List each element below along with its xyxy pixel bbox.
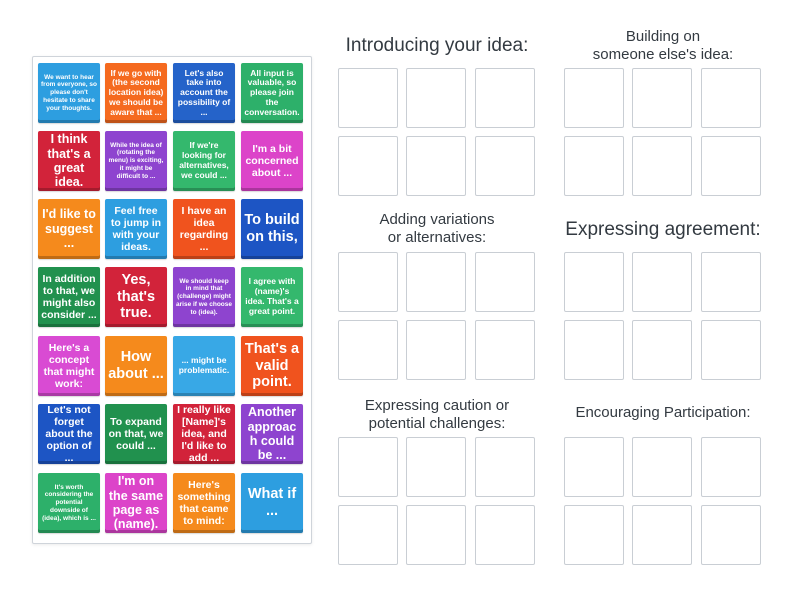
- phrase-card-text: What if ...: [247, 486, 297, 519]
- phrase-card-text: I think that's a great idea.: [47, 132, 91, 190]
- phrase-card[interactable]: I'd like to suggest ...: [38, 199, 100, 259]
- phrase-card[interactable]: I agree with (name)'s idea. That's a gre…: [241, 267, 303, 327]
- drop-slot[interactable]: [564, 437, 624, 497]
- drop-slot[interactable]: [701, 136, 761, 196]
- drop-slot[interactable]: [475, 320, 535, 380]
- phrase-card-text: To expand on that, we could ...: [108, 415, 164, 453]
- drop-slot[interactable]: [701, 505, 761, 565]
- drop-slot[interactable]: [338, 320, 398, 380]
- phrase-card[interactable]: Yes, that's true.: [105, 267, 167, 327]
- drop-slot[interactable]: [338, 136, 398, 196]
- phrase-card-text: It's worth considering the potential dow…: [42, 483, 96, 522]
- phrase-card[interactable]: ... might be problematic.: [173, 336, 235, 396]
- phrase-card-text: I'm on the same page as (name).: [108, 474, 164, 532]
- phrase-card-text: That's a valid point.: [244, 340, 300, 391]
- phrase-card-text: If we're looking for alternatives, we co…: [179, 140, 229, 180]
- drop-slot[interactable]: [632, 252, 692, 312]
- drop-slot[interactable]: [406, 505, 466, 565]
- phrase-card-text: ... might be problematic.: [178, 355, 230, 375]
- phrase-card-text: Here's a concept that might work:: [43, 341, 95, 391]
- phrase-card[interactable]: Another approach could be ...: [241, 404, 303, 464]
- drop-slot[interactable]: [632, 437, 692, 497]
- phrase-card[interactable]: I really like [Name]'s idea, and I'd lik…: [173, 404, 235, 464]
- drop-slot[interactable]: [564, 505, 624, 565]
- drop-slot[interactable]: [701, 252, 761, 312]
- phrase-card-text: Here's something that came to mind:: [177, 478, 231, 528]
- category-title: Encouraging Participation:: [575, 404, 751, 421]
- phrase-card[interactable]: Let's also take into account the possibi…: [173, 63, 235, 123]
- phrase-card[interactable]: What if ...: [241, 473, 303, 533]
- category-title: Expressing agreement:: [565, 219, 761, 240]
- phrase-card-text: I really like [Name]'s idea, and I'd lik…: [177, 404, 231, 464]
- phrase-card-text: All input is valuable, so please join th…: [244, 67, 300, 117]
- phrase-card[interactable]: Feel free to jump in with your ideas.: [105, 199, 167, 259]
- drop-slot[interactable]: [338, 252, 398, 312]
- drop-slot[interactable]: [475, 68, 535, 128]
- drop-slot[interactable]: [632, 320, 692, 380]
- phrase-card[interactable]: While the idea of (rotating the menu) is…: [105, 131, 167, 191]
- phrase-card[interactable]: In addition to that, we might also consi…: [38, 267, 100, 327]
- drop-slot[interactable]: [338, 437, 398, 497]
- phrase-card[interactable]: I'm on the same page as (name).: [105, 473, 167, 533]
- phrase-card[interactable]: We should keep in mind that (challenge) …: [173, 267, 235, 327]
- phrase-card-text: I'd like to suggest ...: [42, 207, 96, 251]
- category-title: Expressing caution or potential challenge…: [364, 397, 510, 432]
- card-tray: We want to hear from everyone, so please…: [32, 56, 312, 544]
- drop-slot[interactable]: [406, 437, 466, 497]
- drop-slot[interactable]: [564, 320, 624, 380]
- phrase-card-text: Yes, that's true.: [116, 271, 156, 322]
- drop-slot[interactable]: [406, 136, 466, 196]
- phrase-card-text: How about ...: [108, 349, 164, 382]
- phrase-card-text: I agree with (name)'s idea. That's a gre…: [245, 276, 299, 316]
- phrase-card-text: Another approach could be ...: [247, 405, 297, 463]
- category-title: Adding variations or alternatives:: [379, 211, 495, 246]
- drop-slot[interactable]: [564, 252, 624, 312]
- phrase-card-text: Let's not forget about the option of ...: [45, 404, 93, 464]
- phrase-card[interactable]: I have an idea regarding ...: [173, 199, 235, 259]
- drop-slot[interactable]: [701, 437, 761, 497]
- drop-slot[interactable]: [564, 136, 624, 196]
- phrase-card[interactable]: It's worth considering the potential dow…: [38, 473, 100, 533]
- phrase-card-text: I have an idea regarding ...: [179, 204, 229, 254]
- phrase-card[interactable]: If we go with (the second location idea)…: [105, 63, 167, 123]
- phrase-card-text: We want to hear from everyone, so please…: [41, 73, 97, 112]
- drop-slot[interactable]: [406, 68, 466, 128]
- drop-slot[interactable]: [632, 505, 692, 565]
- phrase-card-text: If we go with (the second location idea)…: [108, 67, 164, 117]
- drop-slot[interactable]: [475, 437, 535, 497]
- phrase-card[interactable]: That's a valid point.: [241, 336, 303, 396]
- phrase-card[interactable]: Here's something that came to mind:: [173, 473, 235, 533]
- drop-slot[interactable]: [406, 320, 466, 380]
- phrase-card-text: In addition to that, we might also consi…: [41, 272, 97, 322]
- phrase-card-text: We should keep in mind that (challenge) …: [176, 277, 232, 316]
- phrase-card[interactable]: Here's a concept that might work:: [38, 336, 100, 396]
- phrase-card-text: Let's also take into account the possibi…: [177, 67, 231, 117]
- phrase-card[interactable]: We want to hear from everyone, so please…: [38, 63, 100, 123]
- drop-slot[interactable]: [701, 320, 761, 380]
- drop-slot[interactable]: [475, 252, 535, 312]
- drop-slot[interactable]: [475, 505, 535, 565]
- drop-slot[interactable]: [338, 505, 398, 565]
- drop-slot[interactable]: [701, 68, 761, 128]
- phrase-card-text: I'm a bit concerned about ...: [245, 142, 299, 180]
- phrase-card[interactable]: How about ...: [105, 336, 167, 396]
- category-title: Building on someone else's idea:: [592, 28, 734, 63]
- phrase-card-text: To build on this,: [244, 212, 300, 245]
- phrase-card[interactable]: Let's not forget about the option of ...: [38, 404, 100, 464]
- category-title: Introducing your idea:: [345, 35, 529, 56]
- phrase-card-text: Feel free to jump in with your ideas.: [110, 204, 162, 254]
- drop-slot[interactable]: [564, 68, 624, 128]
- drop-slot[interactable]: [632, 136, 692, 196]
- drop-slot[interactable]: [475, 136, 535, 196]
- phrase-card[interactable]: To build on this,: [241, 199, 303, 259]
- phrase-card[interactable]: I think that's a great idea.: [38, 131, 100, 191]
- phrase-card[interactable]: All input is valuable, so please join th…: [241, 63, 303, 123]
- drop-slot[interactable]: [406, 252, 466, 312]
- phrase-card-text: While the idea of (rotating the menu) is…: [108, 141, 164, 180]
- phrase-card[interactable]: If we're looking for alternatives, we co…: [173, 131, 235, 191]
- phrase-card[interactable]: To expand on that, we could ...: [105, 404, 167, 464]
- phrase-card[interactable]: I'm a bit concerned about ...: [241, 131, 303, 191]
- drop-slot[interactable]: [632, 68, 692, 128]
- drop-slot[interactable]: [338, 68, 398, 128]
